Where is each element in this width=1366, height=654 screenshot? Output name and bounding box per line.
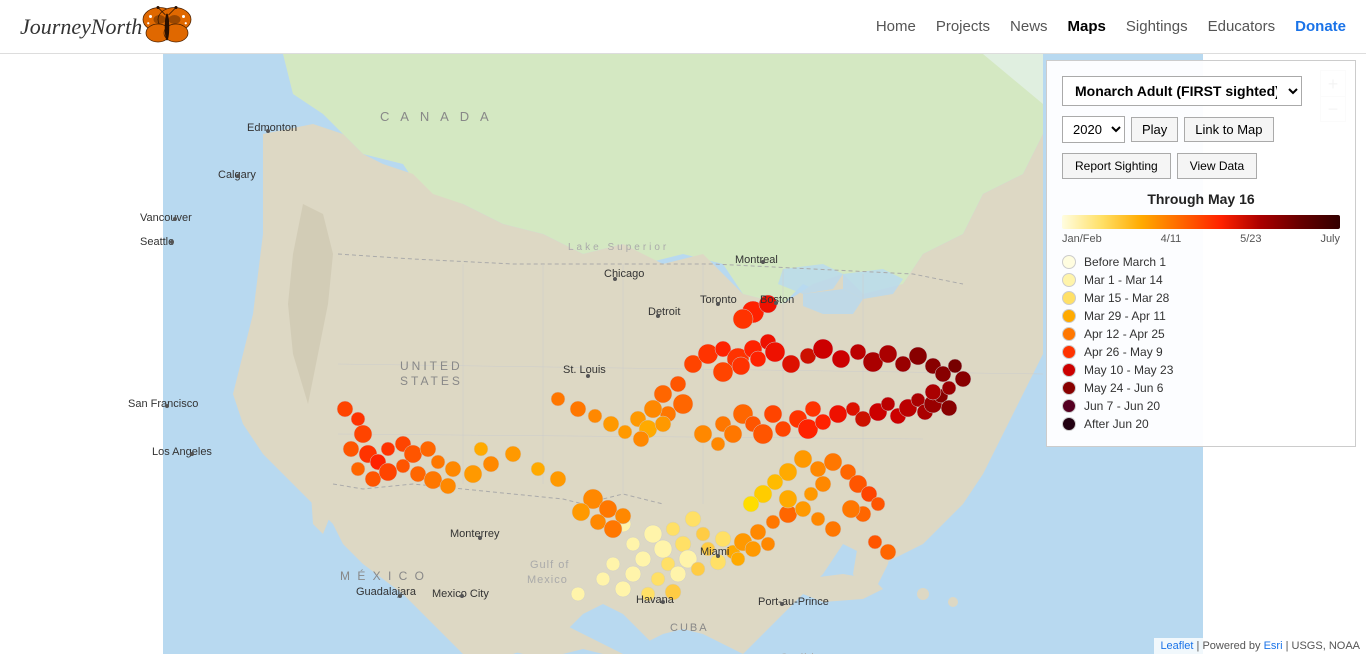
gradient-bar — [1062, 215, 1340, 229]
gradient-label-jan: Jan/Feb — [1062, 233, 1102, 245]
nav-maps[interactable]: Maps — [1068, 18, 1106, 35]
legend-item-label: May 10 - May 23 — [1084, 363, 1173, 377]
nav-projects[interactable]: Projects — [936, 18, 990, 35]
legend-item: Before March 1 — [1062, 255, 1340, 269]
legend-color-dot — [1062, 381, 1076, 395]
main-nav: Home Projects News Maps Sightings Educat… — [876, 18, 1346, 35]
logo-area[interactable]: JourneyNorth — [20, 2, 197, 52]
legend-color-dot — [1062, 255, 1076, 269]
city-dot-havana — [661, 600, 665, 604]
legend-color-dot — [1062, 309, 1076, 323]
city-dot-seattle — [170, 240, 174, 244]
legend-item-label: Mar 1 - Mar 14 — [1084, 273, 1163, 287]
nav-home[interactable]: Home — [876, 18, 916, 35]
leaflet-link[interactable]: Leaflet — [1160, 640, 1193, 652]
view-data-button[interactable]: View Data — [1177, 153, 1257, 179]
city-dot-boston — [774, 301, 778, 305]
city-dot-miami — [716, 554, 720, 558]
logo-text: JourneyNorth — [20, 14, 142, 40]
action-row: Report Sighting View Data — [1062, 153, 1340, 179]
legend-item: Apr 26 - May 9 — [1062, 345, 1340, 359]
nav-educators[interactable]: Educators — [1208, 18, 1276, 35]
attribution-powered: | Powered by — [1197, 640, 1264, 652]
header: JourneyNorth Home Proje — [0, 0, 1366, 54]
city-dot-toronto — [716, 302, 720, 306]
year-select[interactable]: 2020 — [1062, 116, 1125, 143]
attribution: Leaflet | Powered by Esri | USGS, NOAA — [1154, 638, 1366, 654]
city-dot-chicago — [613, 277, 617, 281]
link-map-button[interactable]: Link to Map — [1184, 117, 1273, 142]
legend-item-label: After Jun 20 — [1084, 417, 1149, 431]
controls-row: 2020 Play Link to Map — [1062, 116, 1340, 143]
legend-item: Mar 29 - Apr 11 — [1062, 309, 1340, 323]
legend-item: Jun 7 - Jun 20 — [1062, 399, 1340, 413]
legend-item-label: Apr 26 - May 9 — [1084, 345, 1163, 359]
legend-item-label: May 24 - Jun 6 — [1084, 381, 1163, 395]
city-dot-edmonton — [266, 129, 270, 133]
nav-sightings[interactable]: Sightings — [1126, 18, 1188, 35]
legend-color-dot — [1062, 399, 1076, 413]
gradient-labels: Jan/Feb 4/11 5/23 July — [1062, 233, 1340, 245]
city-dot-portauprince — [780, 602, 784, 606]
butterfly-icon — [137, 2, 197, 52]
gradient-label-july: July — [1320, 233, 1340, 245]
legend-color-dot — [1062, 291, 1076, 305]
legend-color-dot — [1062, 345, 1076, 359]
control-panel: Monarch Adult (FIRST sighted) 2020 Play … — [1046, 60, 1356, 447]
play-button[interactable]: Play — [1131, 117, 1178, 142]
species-row: Monarch Adult (FIRST sighted) — [1062, 76, 1340, 106]
city-dot-calgary — [236, 174, 240, 178]
legend-color-dot — [1062, 417, 1076, 431]
legend-item: Mar 15 - Mar 28 — [1062, 291, 1340, 305]
legend: Before March 1 Mar 1 - Mar 14 Mar 15 - Mar… — [1062, 255, 1340, 431]
nav-donate[interactable]: Donate — [1295, 18, 1346, 35]
city-dot-montreal — [761, 260, 765, 264]
legend-color-dot — [1062, 363, 1076, 377]
through-label: Through May 16 — [1062, 191, 1340, 207]
legend-item: After Jun 20 — [1062, 417, 1340, 431]
legend-item: Mar 1 - Mar 14 — [1062, 273, 1340, 287]
species-select[interactable]: Monarch Adult (FIRST sighted) — [1062, 76, 1302, 106]
legend-item-label: Mar 15 - Mar 28 — [1084, 291, 1169, 305]
city-dot-monterrey — [478, 536, 482, 540]
city-dot-guadalajara — [398, 594, 402, 598]
esri-link[interactable]: Esri — [1264, 640, 1283, 652]
report-sighting-button[interactable]: Report Sighting — [1062, 153, 1171, 179]
legend-item: May 10 - May 23 — [1062, 363, 1340, 377]
nav-news[interactable]: News — [1010, 18, 1048, 35]
gradient-label-411: 4/11 — [1161, 233, 1182, 245]
legend-color-dot — [1062, 327, 1076, 341]
city-dot-stlouis — [586, 374, 590, 378]
city-dot-vancouver — [173, 217, 177, 221]
gradient-label-523: 5/23 — [1240, 233, 1261, 245]
attribution-source: USGS, NOAA — [1292, 640, 1360, 652]
legend-item-label: Apr 12 - Apr 25 — [1084, 327, 1165, 341]
city-dot-detroit — [656, 314, 660, 318]
city-dot-sf — [165, 404, 169, 408]
legend-color-dot — [1062, 273, 1076, 287]
legend-item-label: Before March 1 — [1084, 255, 1166, 269]
legend-item: Apr 12 - Apr 25 — [1062, 327, 1340, 341]
legend-item-label: Mar 29 - Apr 11 — [1084, 309, 1166, 323]
legend-item: May 24 - Jun 6 — [1062, 381, 1340, 395]
city-dot-mexicocity — [460, 594, 464, 598]
legend-item-label: Jun 7 - Jun 20 — [1084, 399, 1160, 413]
city-dot-la — [190, 452, 194, 456]
